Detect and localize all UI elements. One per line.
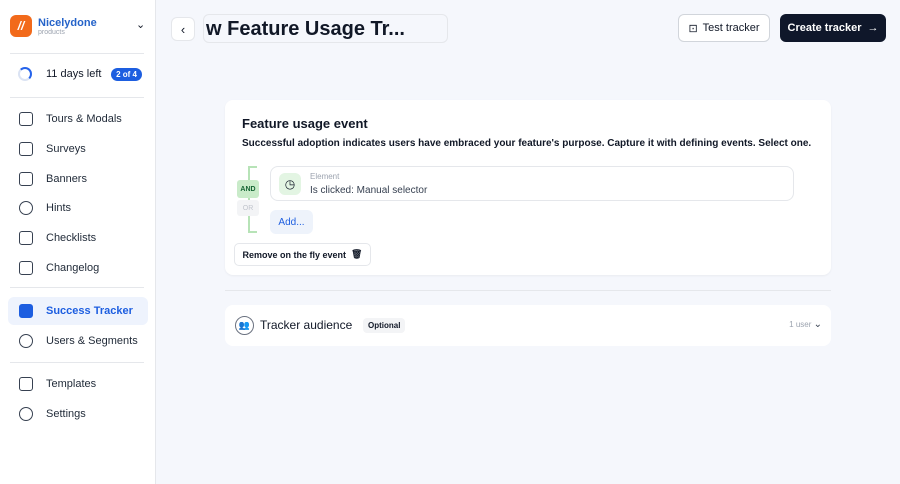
sidebar-item-banners[interactable]: Banners bbox=[8, 165, 148, 193]
route-icon bbox=[19, 112, 33, 126]
label: Remove on the fly event bbox=[242, 249, 347, 260]
trial-text: 11 days left bbox=[46, 68, 102, 80]
progress-ring-icon bbox=[18, 67, 32, 81]
label: Tours & Modals bbox=[46, 113, 122, 125]
click-icon: ◷ bbox=[279, 173, 301, 195]
chevron-left-icon: ‹ bbox=[180, 21, 186, 37]
hint-icon bbox=[19, 201, 33, 215]
sidebar-item-checklists[interactable]: Checklists bbox=[8, 224, 148, 252]
chevron-down-icon[interactable]: ⌄ bbox=[136, 18, 145, 31]
label: Test tracker bbox=[702, 22, 760, 34]
tracker-title-input[interactable]: w Feature Usage Tr... bbox=[203, 14, 448, 43]
label: Banners bbox=[46, 173, 87, 185]
card-heading: Feature usage event bbox=[242, 116, 368, 131]
event-condition[interactable]: ◷ Element Is clicked: Manual selector bbox=[270, 166, 794, 201]
label: Checklists bbox=[46, 232, 97, 244]
condition-label: Element bbox=[310, 172, 340, 181]
users-icon bbox=[19, 334, 33, 348]
chevron-down-icon: ⌄ bbox=[813, 319, 822, 330]
card-description: Successful adoption indicates users have… bbox=[242, 138, 812, 149]
label: Success Tracker bbox=[46, 305, 133, 317]
cursor-icon: ⊡ bbox=[688, 22, 698, 35]
trash-icon: 🗑 bbox=[351, 249, 363, 259]
section-title: Tracker audience bbox=[260, 318, 353, 332]
trial-status[interactable]: 11 days left 2 of 4 bbox=[18, 67, 142, 81]
workspace-switcher[interactable]: // Nicelydone products bbox=[10, 15, 97, 37]
trial-badge: 2 of 4 bbox=[111, 67, 142, 81]
sidebar-item-users[interactable]: Users & Segments bbox=[8, 327, 148, 355]
divider bbox=[225, 290, 831, 291]
label: Hints bbox=[46, 202, 72, 214]
feature-usage-event-card: Feature usage event Successful adoption … bbox=[225, 100, 831, 275]
users-icon: 👥 bbox=[235, 316, 254, 335]
audience-count[interactable]: 1 user ⌄ bbox=[789, 319, 822, 330]
divider bbox=[10, 97, 144, 98]
chart-icon bbox=[19, 304, 33, 318]
back-button[interactable]: ‹ bbox=[171, 17, 195, 41]
label: Templates bbox=[46, 378, 97, 390]
label: Create tracker bbox=[787, 22, 862, 34]
label: Users & Segments bbox=[46, 335, 138, 347]
sidebar-item-tours[interactable]: Tours & Modals bbox=[8, 105, 148, 133]
or-toggle[interactable]: OR bbox=[237, 200, 259, 216]
label: 1 user bbox=[789, 320, 812, 329]
gear-icon bbox=[19, 407, 33, 421]
sidebar-item-settings[interactable]: Settings bbox=[8, 400, 148, 428]
label: Changelog bbox=[46, 262, 100, 274]
brand-logo: // bbox=[10, 15, 32, 37]
banner-icon bbox=[19, 172, 33, 186]
arrow-right-icon: → bbox=[867, 22, 879, 34]
divider bbox=[10, 53, 144, 54]
label: Surveys bbox=[46, 143, 86, 155]
checklist-icon bbox=[19, 231, 33, 245]
divider bbox=[10, 287, 144, 288]
create-tracker-button[interactable]: Create tracker → bbox=[780, 14, 886, 42]
sidebar-item-surveys[interactable]: Surveys bbox=[8, 135, 148, 163]
remove-event-button[interactable]: Remove on the fly event 🗑 bbox=[234, 243, 371, 266]
survey-icon bbox=[19, 142, 33, 156]
label: Settings bbox=[46, 408, 86, 420]
sidebar: // Nicelydone products ⌄ 11 days left 2 … bbox=[0, 0, 156, 484]
template-icon bbox=[19, 377, 33, 391]
sidebar-item-success-tracker[interactable]: Success Tracker bbox=[8, 297, 148, 325]
sidebar-item-changelog[interactable]: Changelog bbox=[8, 254, 148, 282]
sidebar-item-hints[interactable]: Hints bbox=[8, 194, 148, 222]
and-toggle[interactable]: AND bbox=[237, 180, 259, 198]
workspace-name: Nicelydone bbox=[38, 16, 97, 29]
condition-value: Is clicked: Manual selector bbox=[310, 185, 428, 196]
tracker-audience-section[interactable]: 👥 Tracker audience Optional 1 user ⌄ bbox=[225, 305, 831, 346]
changelog-icon bbox=[19, 261, 33, 275]
optional-badge: Optional bbox=[363, 318, 406, 333]
sidebar-item-templates[interactable]: Templates bbox=[8, 370, 148, 398]
test-tracker-button[interactable]: ⊡ Test tracker bbox=[678, 14, 770, 42]
add-condition-button[interactable]: Add... bbox=[270, 210, 313, 234]
workspace-sub: products bbox=[38, 28, 65, 36]
divider bbox=[10, 362, 144, 363]
